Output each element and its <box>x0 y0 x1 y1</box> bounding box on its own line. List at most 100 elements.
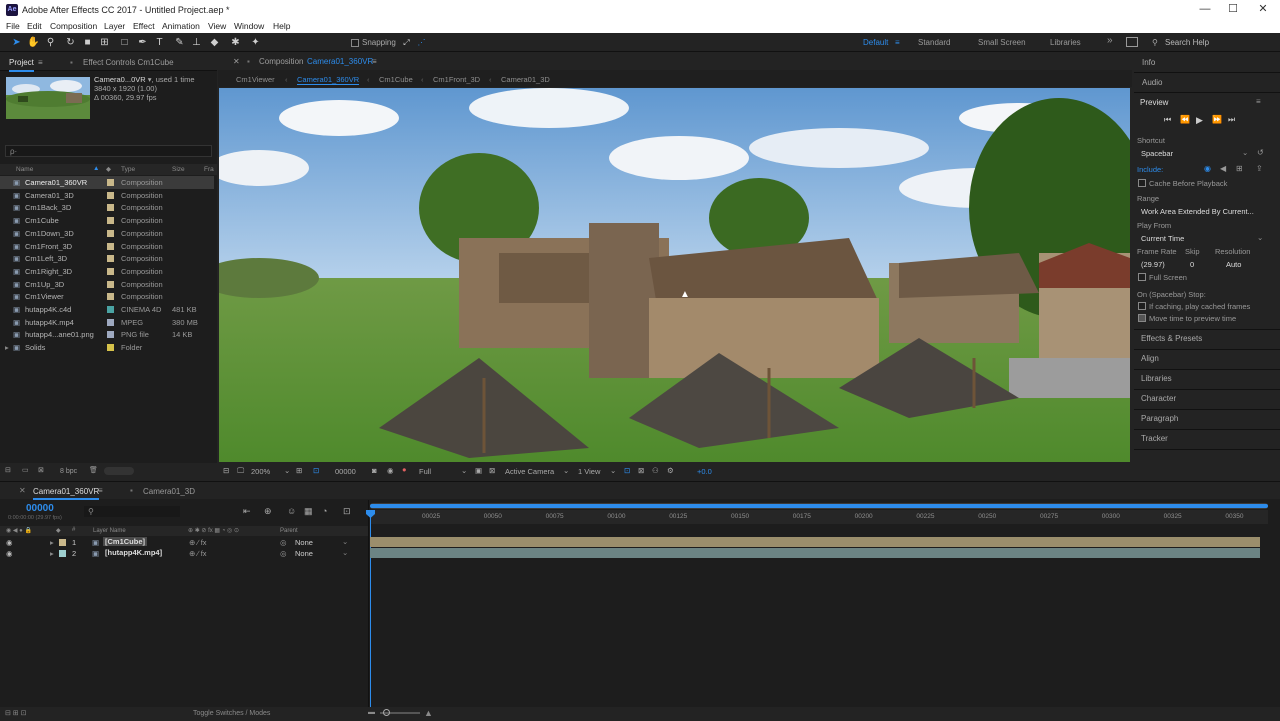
work-area-range[interactable] <box>370 504 1268 508</box>
chevron-down-icon[interactable]: ⌄ <box>1257 233 1263 242</box>
bit-depth-label[interactable]: 8 bpc <box>60 468 77 475</box>
pick-whip-icon[interactable]: ◎ <box>280 549 287 558</box>
col-parent[interactable]: Parent <box>280 528 298 534</box>
label-color-swatch[interactable] <box>107 204 114 213</box>
audio-panel-tab[interactable]: Audio <box>1142 78 1162 87</box>
label-color-swatch[interactable] <box>107 331 114 340</box>
label-color-swatch[interactable] <box>107 280 114 290</box>
fast-previews-icon[interactable]: ⊠ <box>638 466 644 475</box>
label-color-swatch[interactable] <box>107 318 114 328</box>
graph-editor-icon[interactable]: ⊡ <box>343 506 351 517</box>
play-icon[interactable]: ▶ <box>1196 115 1203 126</box>
expand-arrow-icon[interactable]: ▸ <box>50 538 54 547</box>
workspace-default[interactable]: Default <box>863 38 888 47</box>
composition-tab-label[interactable]: Composition <box>259 57 303 66</box>
zoom-dropdown[interactable]: 200% <box>251 467 270 476</box>
label-color-swatch[interactable] <box>107 267 114 277</box>
search-help-input[interactable]: Search Help <box>1165 38 1209 47</box>
workspace-overflow-icon[interactable]: » <box>1107 35 1113 46</box>
roto-brush-tool-icon[interactable]: ✱ <box>229 36 242 49</box>
clone-stamp-tool-icon[interactable]: ⊥ <box>190 36 203 49</box>
project-item[interactable]: ▣ Cm1Viewer Composition <box>0 290 214 303</box>
include-video-icon[interactable]: ◉ <box>1204 164 1211 173</box>
snap-options-icon[interactable]: ⤢ <box>400 36 413 49</box>
chevron-down-icon[interactable]: ⌄ <box>1242 148 1248 157</box>
layer-switches-icon[interactable]: ⊕ ∕ fx <box>189 538 207 547</box>
rotate-tool-icon[interactable]: ↻ <box>64 36 77 49</box>
thumbnail-slider[interactable] <box>104 467 134 475</box>
project-item[interactable]: ▣ Cm1Up_3D Composition <box>0 278 214 291</box>
layer-switches-icon[interactable]: ⊟ ⊞ ⊡ <box>5 709 27 717</box>
chevron-down-icon[interactable]: ⌄ <box>563 466 569 475</box>
new-folder-icon[interactable]: ▭ <box>22 466 29 474</box>
channel-icon[interactable]: ● <box>402 465 407 474</box>
hand-tool-icon[interactable]: ✋ <box>27 36 40 49</box>
zoom-out-icon[interactable]: ▬ <box>368 709 375 716</box>
breadcrumb-cm1cube[interactable]: Cm1Cube <box>379 75 413 84</box>
pen-tool-icon[interactable]: ✒ <box>136 36 149 49</box>
selection-tool-icon[interactable]: ➤ <box>10 36 23 49</box>
label-color-swatch[interactable] <box>107 179 114 188</box>
menu-layer[interactable]: Layer <box>104 21 125 31</box>
shy-layers-icon[interactable]: ☺ <box>287 506 296 516</box>
maximize-button[interactable]: ☐ <box>1219 2 1247 18</box>
col-type[interactable]: Type <box>121 166 135 173</box>
project-item[interactable]: ▣ Camera01_3D Composition <box>0 189 214 202</box>
sort-icon[interactable]: ▲ <box>93 165 99 172</box>
close-tab-icon[interactable]: ✕ <box>19 486 26 495</box>
label-color-swatch[interactable] <box>107 255 114 264</box>
include-audio-icon[interactable]: ◀ <box>1220 164 1226 173</box>
workspace-menu-icon[interactable]: ≡ <box>895 38 900 47</box>
resolution-dropdown[interactable]: Full <box>419 467 431 476</box>
include-export-icon[interactable]: ⇪ <box>1256 164 1263 173</box>
project-item[interactable]: ▣ hutapp4...ane01.png PNG file 14 KB <box>0 328 214 341</box>
exposure-value[interactable]: +0.0 <box>697 467 712 476</box>
breadcrumb-cm1front-3d[interactable]: Cm1Front_3D <box>433 75 480 84</box>
always-preview-icon[interactable]: ⊟ <box>223 466 229 475</box>
toggle-pixel-aspect-icon[interactable]: ⊡ <box>624 466 630 475</box>
project-item[interactable]: ▣ hutapp4K.c4d CINEMA 4D 481 KB <box>0 303 214 316</box>
label-color-swatch[interactable] <box>59 550 66 559</box>
menu-help[interactable]: Help <box>273 21 290 31</box>
workspace-libraries[interactable]: Libraries <box>1050 38 1081 47</box>
next-frame-icon[interactable]: ⏩ <box>1212 115 1222 124</box>
snapping-checkbox[interactable] <box>351 39 359 47</box>
current-time-display[interactable]: 00000 <box>335 467 356 476</box>
col-layer-name[interactable]: Layer Name <box>93 528 126 534</box>
menu-effect[interactable]: Effect <box>133 21 155 31</box>
composition-tab-name[interactable]: Camera01_360VR <box>307 57 373 66</box>
range-dropdown[interactable]: Work Area Extended By Current... <box>1141 207 1254 216</box>
chevron-down-icon[interactable]: ⌄ <box>342 537 348 546</box>
expand-arrow-icon[interactable]: ▸ <box>5 343 9 352</box>
reset-icon[interactable]: ↺ <box>1257 148 1264 157</box>
type-tool-icon[interactable]: T <box>153 36 166 49</box>
zoom-tool-icon[interactable]: ⚲ <box>44 36 57 49</box>
if-caching-checkbox[interactable] <box>1138 302 1146 310</box>
label-color-swatch[interactable] <box>107 191 114 201</box>
label-color-swatch[interactable] <box>107 306 114 315</box>
timeline-icon[interactable]: ⚇ <box>652 466 659 475</box>
frame-rate-dropdown[interactable]: (29.97) <box>1141 260 1165 269</box>
parent-dropdown[interactable]: None <box>295 538 313 547</box>
rectangle-tool-icon[interactable]: □ <box>118 36 131 49</box>
menu-view[interactable]: View <box>208 21 226 31</box>
eraser-tool-icon[interactable]: ◆ <box>208 36 221 49</box>
timeline-search-input[interactable]: ⚲ <box>84 506 180 517</box>
pan-behind-tool-icon[interactable]: ⊞ <box>98 36 111 49</box>
layer-row[interactable]: ◉ ▸ 1 ▣ [Cm1Cube] ⊕ ∕ fx ◎ None ⌄ <box>0 537 368 548</box>
previous-frame-icon[interactable]: ⏪ <box>1180 115 1190 124</box>
transparency-grid-icon[interactable]: ⊠ <box>489 466 495 475</box>
label-color-swatch[interactable] <box>107 344 114 353</box>
first-frame-icon[interactable]: ⏮ <box>1164 115 1171 125</box>
expand-arrow-icon[interactable]: ▸ <box>50 549 54 558</box>
region-icon[interactable]: ⊡ <box>313 466 319 475</box>
vr-icon[interactable]: 🖵 <box>237 466 244 476</box>
snapshot-icon[interactable]: ◙ <box>372 466 377 475</box>
last-frame-icon[interactable]: ⏭ <box>1228 115 1235 125</box>
play-from-dropdown[interactable]: Current Time <box>1141 234 1184 243</box>
sync-settings-icon[interactable] <box>1126 37 1138 47</box>
layer-bar-hutapp4k-mp4[interactable] <box>370 548 1260 558</box>
layer-name[interactable]: [Cm1Cube] <box>103 537 148 546</box>
workspace-standard[interactable]: Standard <box>918 38 950 47</box>
project-item[interactable]: ▣ Cm1Front_3D Composition <box>0 240 214 253</box>
